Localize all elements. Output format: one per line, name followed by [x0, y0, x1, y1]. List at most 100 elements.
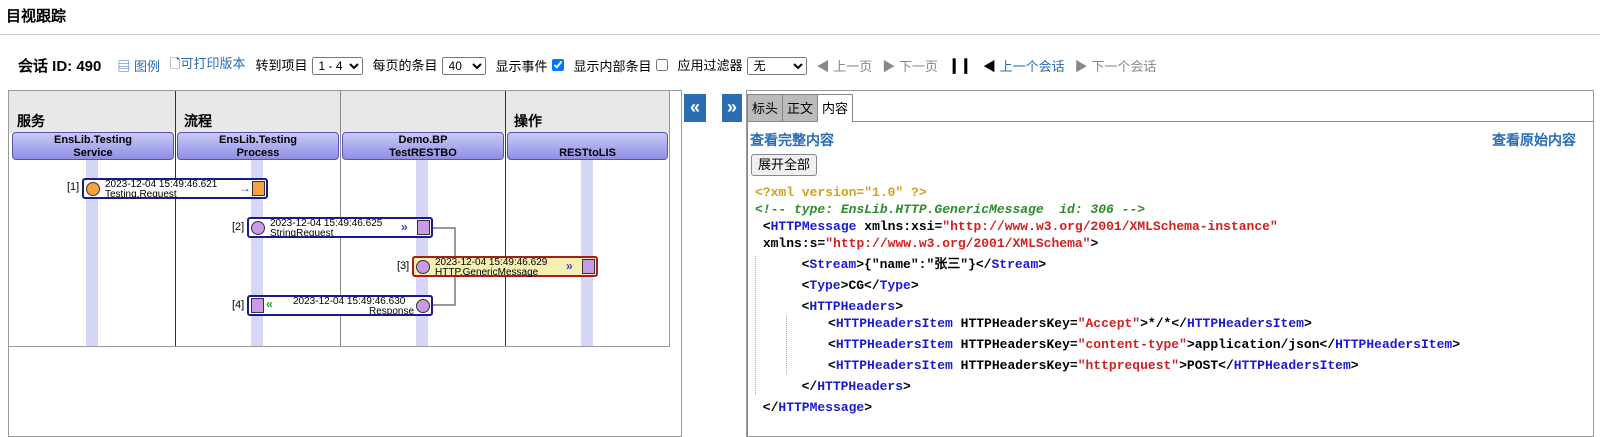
xml-stream: <Stream>{"name":"张三"}</Stream> [786, 257, 1047, 272]
document-icon: 🗋 [170, 56, 181, 71]
target-square-icon [252, 181, 265, 196]
xml-text: application/json [1194, 337, 1320, 352]
xml-tag: HTTPHeadersItem [835, 337, 953, 352]
xml-text: POST [1186, 358, 1219, 373]
xml-header-item: <HTTPHeadersItem HTTPHeadersKey="Accept"… [789, 316, 1312, 331]
per-page: 每页的条目 40 [373, 55, 486, 75]
printable-label: 可打印版本 [180, 56, 246, 71]
xml-attr-value: "Accept" [1077, 316, 1141, 331]
message-number: [4] [232, 299, 245, 311]
session-id: 会话 ID: 490 [18, 57, 102, 75]
xml-text: CG [848, 278, 865, 293]
triangle-right-icon: ▶ [882, 58, 896, 74]
source-circle-icon [416, 260, 430, 274]
xml-tag: HTTPHeadersItem [1233, 358, 1351, 373]
arrow-right-icon: → [239, 181, 251, 195]
double-arrow-left-icon: « [266, 297, 273, 311]
xml-type: <Type>CG</Type> [786, 278, 919, 293]
show-internal-checkbox[interactable] [655, 58, 668, 71]
trace-panel: 服务 流程 操作 EnsLib.Testing Service EnsLib.Te… [8, 90, 682, 437]
next-page-button[interactable]: ▶ 下一页 [882, 56, 938, 75]
message-4[interactable]: 2023-12-04 15:49:46.630 Response [247, 295, 433, 317]
show-events: 显示事件 [496, 56, 564, 75]
goto-select[interactable]: 1 - 4 [311, 57, 363, 75]
xml-root-open: <HTTPMessage xmlns:xsi="http://www.w3.or… [762, 219, 1278, 234]
message-name: StringRequest [270, 228, 334, 239]
message-name: HTTP.GenericMessage [435, 267, 539, 278]
expand-all-button[interactable]: 展开全部 [751, 154, 818, 176]
prev-session-button[interactable]: ◀ 上一个会话 [983, 56, 1065, 75]
show-events-checkbox[interactable] [551, 58, 564, 71]
xml-attr: xmlns:xsi [864, 219, 935, 234]
xml-declaration: <?xml version="1.0" ?> [755, 185, 927, 200]
show-internal-label: 显示内部条目 [573, 58, 652, 74]
xml-attr-value: "content-type" [1077, 337, 1187, 352]
xml-attr-value: "http://www.w3.org/2001/XMLSchema" [825, 236, 1091, 251]
target-square-icon [417, 220, 430, 235]
xml-tag: Type [879, 278, 911, 293]
legend-icon: ▤ [117, 58, 131, 74]
triangle-left-icon: ◀ [983, 58, 997, 74]
xml-tag: Stream [991, 257, 1039, 272]
xml-tag: Type [809, 278, 841, 293]
xml-comment: <!-- type: EnsLib.HTTP.GenericMessage id… [755, 202, 1146, 217]
xml-attr: HTTPHeadersKey [960, 358, 1070, 373]
show-internal: 显示内部条目 [574, 56, 668, 75]
xml-attr-value: "http://www.w3.org/2001/XMLSchema-instan… [942, 219, 1278, 234]
target-square-icon [251, 298, 264, 313]
apply-filter-label: 应用过滤器 [677, 58, 743, 73]
trace-diagram: 服务 流程 操作 EnsLib.Testing Service EnsLib.Te… [9, 91, 670, 347]
tab-contents[interactable]: 内容 [817, 94, 854, 122]
filter-select[interactable]: 无 [746, 57, 807, 75]
next-session-label: 下一个会话 [1091, 58, 1157, 74]
message-name: Testing.Request [105, 189, 177, 200]
target-square-icon [582, 259, 595, 274]
legend-label: 图例 [134, 58, 161, 74]
detail-tabs: 标头 正文 内容 [747, 91, 1593, 122]
xml-root-close: </HTTPMessage> [755, 400, 873, 415]
triangle-left-icon: ◀ [816, 58, 830, 74]
xml-tag: HTTPHeadersItem [1335, 337, 1453, 352]
pause-icon[interactable]: ❙❙ [948, 56, 972, 74]
view-raw-contents-link[interactable]: 查看原始内容 [1492, 130, 1576, 150]
goto-item: 转到项目 1 - 4 [255, 55, 363, 75]
toolbar: 会话 ID: 490 ▤ 图例 🗋可打印版本 转到项目 1 - 4 每页的条目 40… [18, 54, 1166, 76]
source-circle-icon [86, 182, 100, 196]
source-circle-icon [251, 221, 265, 235]
xml-tag: HTTPHeadersItem [835, 316, 953, 331]
xml-attr: HTTPHeadersKey [960, 316, 1070, 331]
source-circle-icon [416, 299, 430, 313]
tab-body[interactable]: 正文 [782, 94, 819, 121]
detail-panel: 标头 正文 内容 查看完整内容 查看原始内容 展开全部 <?xml versio… [746, 90, 1594, 437]
printable-link[interactable]: 🗋可打印版本 [170, 53, 245, 77]
xml-tag: HTTPMessage [778, 400, 865, 415]
tab-header[interactable]: 标头 [747, 94, 784, 121]
xml-text: */* [1147, 316, 1172, 331]
per-page-select[interactable]: 40 [441, 57, 486, 75]
xml-tag: HTTPHeaders [817, 379, 904, 394]
message-number: [2] [232, 221, 245, 233]
apply-filter: 应用过滤器无 [678, 55, 807, 75]
prev-page-label: 上一页 [833, 58, 873, 74]
xml-root-open-cont: xmlns:s="http://www.w3.org/2001/XMLSchem… [762, 236, 1099, 251]
header-divider [0, 34, 1600, 35]
page-title: 目视跟踪 [6, 8, 67, 25]
collapse-left-button[interactable]: « [684, 94, 706, 122]
per-page-label: 每页的条目 [372, 58, 438, 73]
xml-text: {"name":"张三"} [864, 257, 976, 272]
xml-tag: HTTPMessage [770, 219, 857, 234]
xml-tag: HTTPHeaders [809, 299, 896, 314]
goto-label: 转到项目 [255, 58, 308, 73]
next-page-label: 下一页 [898, 58, 938, 74]
next-session-button[interactable]: ▶ 下一个会话 [1075, 56, 1157, 75]
prev-session-label: 上一个会话 [999, 58, 1065, 74]
view-full-contents-link[interactable]: 查看完整内容 [750, 130, 834, 150]
triangle-right-icon: ▶ [1074, 58, 1088, 74]
message-number: [3] [397, 260, 410, 272]
collapse-right-button[interactable]: » [722, 94, 742, 122]
xml-headers-close: </HTTPHeaders> [786, 379, 911, 394]
legend-link[interactable]: ▤ 图例 [117, 56, 160, 75]
show-events-label: 显示事件 [495, 58, 548, 74]
prev-page-button[interactable]: ◀ 上一页 [817, 56, 873, 75]
double-arrow-right-icon: » [566, 259, 573, 273]
